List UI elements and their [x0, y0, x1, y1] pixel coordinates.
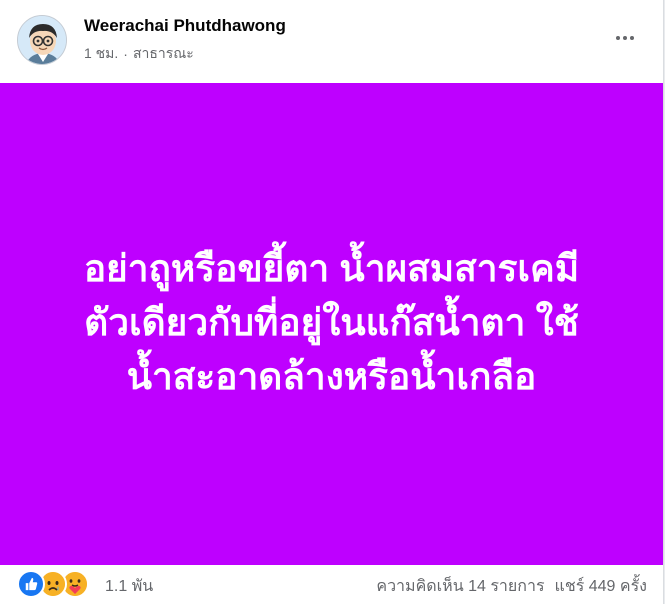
comment-count[interactable]: ความคิดเห็น 14 รายการ [376, 574, 544, 599]
post-stats: ความคิดเห็น 14 รายการ แชร์ 449 ครั้ง [376, 574, 647, 599]
post-image[interactable]: อย่าถูหรือขยี้ตา น้ำผสมสารเคมี ตัวเดียวก… [0, 83, 663, 565]
image-text-line: อย่าถูหรือขยี้ตา น้ำผสมสารเคมี [83, 248, 580, 289]
avatar-cartoon-icon [18, 16, 66, 64]
audience-label: สาธารณะ [132, 45, 194, 61]
share-count[interactable]: แชร์ 449 ครั้ง [555, 574, 647, 599]
author-avatar[interactable] [17, 15, 67, 65]
author-name[interactable]: Weerachai Phutdhawong [84, 16, 286, 36]
image-text-line: น้ำสะอาดล้างหรือน้ำเกลือ [126, 356, 537, 397]
post-card: Weerachai Phutdhawong 1 ชม. · สาธารณะ อย… [0, 0, 664, 604]
post-footer: 1.1 พัน ความคิดเห็น 14 รายการ แชร์ 449 ค… [0, 565, 663, 604]
reaction-icons[interactable] [17, 570, 89, 598]
post-header: Weerachai Phutdhawong 1 ชม. · สาธารณะ [0, 0, 663, 82]
post-meta: 1 ชม. · สาธารณะ [84, 43, 194, 65]
like-icon[interactable] [17, 570, 45, 598]
more-options-icon[interactable] [610, 26, 640, 50]
meta-separator: · [123, 46, 128, 62]
post-image-text: อย่าถูหรือขยี้ตา น้ำผสมสารเคมี ตัวเดียวก… [84, 242, 579, 404]
reaction-count[interactable]: 1.1 พัน [105, 574, 153, 599]
post-time[interactable]: 1 ชม. [84, 43, 118, 65]
image-text-line: ตัวเดียวกับที่อยู่ในแก๊สน้ำตา ใช้ [84, 302, 579, 343]
